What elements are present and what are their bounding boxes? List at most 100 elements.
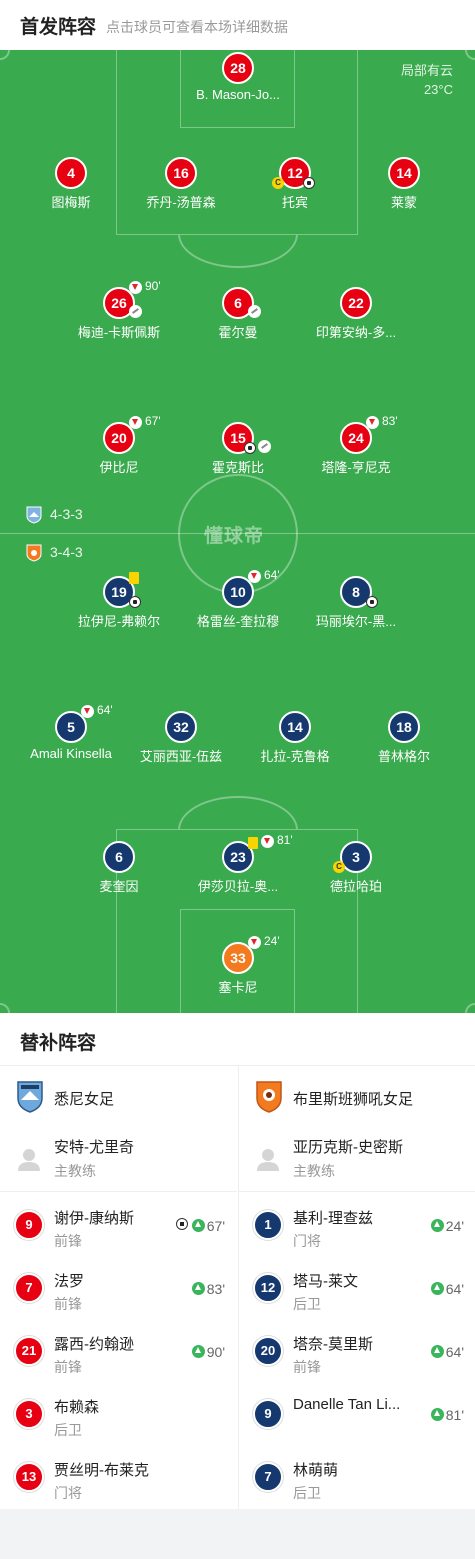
player-number: 4 xyxy=(55,157,87,189)
home-team-row[interactable]: 悉尼女足 xyxy=(0,1066,237,1128)
player-name: 塔隆-亨尼克 xyxy=(321,460,391,475)
player-name: 玛丽埃尔-黑... xyxy=(315,614,397,629)
player-number: 14 xyxy=(279,711,311,743)
goal-ball-icon xyxy=(244,442,256,454)
away-formation-text: 3-4-3 xyxy=(50,544,83,560)
player-number: 18 xyxy=(388,711,420,743)
sub-minute: 24' xyxy=(445,1218,464,1234)
goal-ball-icon xyxy=(366,596,378,608)
sub-minute: 90' xyxy=(206,1344,225,1360)
sub-minute: 83' xyxy=(382,414,398,428)
sub-position: 后卫 xyxy=(54,1422,82,1438)
player-name: 莱蒙 xyxy=(390,195,417,210)
sub-minute: 81' xyxy=(445,1407,464,1423)
sub-number: 9 xyxy=(14,1210,44,1240)
sub-player-row[interactable]: 7 林萌萌 后卫 xyxy=(239,1445,475,1508)
player-name: B. Mason-Jo... xyxy=(196,87,280,102)
home-player[interactable]: 22 印第安纳-多... xyxy=(286,287,426,340)
sub-name: Danelle Tan Li... xyxy=(293,1396,401,1413)
corner-arc xyxy=(465,50,475,60)
sub-player-row[interactable]: 13 贾丝明-布莱克 门将 xyxy=(0,1445,237,1508)
sub-number: 7 xyxy=(14,1273,44,1303)
sub-name: 基利-理查兹 xyxy=(293,1210,373,1227)
sub-off-icon xyxy=(129,281,142,294)
sub-player-row[interactable]: 20 塔奈-莫里斯 前锋 64' xyxy=(239,1319,475,1382)
sub-off-icon xyxy=(248,570,261,583)
home-team-logo-icon xyxy=(26,506,42,524)
coach-name: 安特-尤里奇 xyxy=(54,1139,134,1156)
sub-on-icon xyxy=(431,1408,444,1421)
sub-position: 前锋 xyxy=(54,1296,82,1312)
lineup-title: 首发阵容 xyxy=(20,17,97,38)
sub-position: 前锋 xyxy=(54,1359,82,1375)
subs-header: 替补阵容 xyxy=(0,1013,475,1066)
sub-number: 1 xyxy=(253,1210,283,1240)
home-player[interactable]: 24 83' 塔隆-亨尼克 xyxy=(286,414,426,475)
sub-player-row[interactable]: 1 基利-理查兹 门将 24' xyxy=(239,1193,475,1256)
sub-position: 前锋 xyxy=(54,1233,82,1249)
away-subs-column: 布里斯班狮吼女足 亚历克斯-史密斯 主教练 1 基利-理查兹 门将 24' 12… xyxy=(238,1066,475,1509)
sub-name: 贾丝明-布莱克 xyxy=(54,1462,149,1479)
sub-minute: 24' xyxy=(264,934,280,948)
goal-ball-icon xyxy=(129,596,141,608)
sub-on-icon xyxy=(431,1219,444,1232)
watermark: 懂球帝 xyxy=(204,526,265,547)
sub-off-icon xyxy=(129,416,142,429)
sub-number: 20 xyxy=(253,1336,283,1366)
temperature-text: 23°C xyxy=(423,82,453,97)
sub-name: 布赖森 xyxy=(54,1399,100,1416)
sub-minute: 67' xyxy=(206,1218,225,1234)
weather-info: 局部有云 23°C xyxy=(401,61,453,99)
home-player[interactable]: 28 B. Mason-Jo... xyxy=(168,52,308,102)
lineup-hint: 点击球员可查看本场详细数据 xyxy=(106,19,288,35)
sub-minute: 90' xyxy=(145,279,161,293)
player-number: 32 xyxy=(165,711,197,743)
sub-name: 露西-约翰逊 xyxy=(54,1336,134,1353)
corner-arc xyxy=(465,1003,475,1013)
home-team-logo-icon xyxy=(16,1080,44,1114)
goal-ball-icon xyxy=(176,1218,188,1230)
sub-player-row[interactable]: 9 谢伊-康纳斯 前锋 67' xyxy=(0,1193,237,1256)
home-player[interactable]: 14 莱蒙 xyxy=(334,157,474,210)
sub-position: 前锋 xyxy=(293,1359,321,1375)
player-number: 6 xyxy=(103,841,135,873)
sub-number: 7 xyxy=(253,1462,283,1492)
assist-boot-icon xyxy=(248,305,261,318)
sub-number: 13 xyxy=(14,1462,44,1492)
sub-position: 门将 xyxy=(54,1485,82,1501)
sub-player-row[interactable]: 7 法罗 前锋 83' xyxy=(0,1256,237,1319)
away-player[interactable]: 33 24' 塞卡尼 xyxy=(168,934,308,995)
goal-ball-icon xyxy=(303,177,315,189)
sub-player-row[interactable]: 9 Danelle Tan Li... 81' xyxy=(239,1382,475,1445)
player-number: 22 xyxy=(340,287,372,319)
assist-boot-icon xyxy=(258,440,271,453)
sub-on-icon xyxy=(192,1345,205,1358)
sub-player-row[interactable]: 12 塔马-莱文 后卫 64' xyxy=(239,1256,475,1319)
sub-player-row[interactable]: 3 布赖森 后卫 xyxy=(0,1382,237,1445)
sub-position: 门将 xyxy=(293,1233,321,1249)
sub-on-icon xyxy=(192,1219,205,1232)
coach-avatar-icon xyxy=(255,1146,281,1172)
sub-minute: 67' xyxy=(145,414,161,428)
sub-on-icon xyxy=(431,1345,444,1358)
captain-icon: C xyxy=(272,177,284,189)
sub-off-icon xyxy=(261,835,274,848)
captain-icon: C xyxy=(333,861,345,873)
player-name: 普林格尔 xyxy=(377,749,430,764)
sub-name: 谢伊-康纳斯 xyxy=(54,1210,134,1227)
yellow-card-icon xyxy=(129,572,139,584)
coach-avatar-icon xyxy=(16,1146,42,1172)
away-player[interactable]: 18 普林格尔 xyxy=(334,711,474,764)
sub-off-icon xyxy=(81,705,94,718)
sub-player-row[interactable]: 21 露西-约翰逊 前锋 90' xyxy=(0,1319,237,1382)
home-subs-column: 悉尼女足 安特-尤里奇 主教练 9 谢伊-康纳斯 前锋 67' 7 法罗 前锋 … xyxy=(0,1066,237,1509)
home-coach-row: 安特-尤里奇 主教练 xyxy=(0,1128,237,1192)
player-name: 德拉哈珀 xyxy=(329,879,382,894)
away-team-row[interactable]: 布里斯班狮吼女足 xyxy=(239,1066,475,1128)
corner-arc xyxy=(0,50,10,60)
coach-role: 主教练 xyxy=(54,1163,96,1179)
player-name: 塞卡尼 xyxy=(218,980,258,995)
sub-minute: 83' xyxy=(206,1281,225,1297)
away-player[interactable]: 3 C 德拉哈珀 xyxy=(286,841,426,894)
away-player[interactable]: 8 玛丽埃尔-黑... xyxy=(286,576,426,629)
